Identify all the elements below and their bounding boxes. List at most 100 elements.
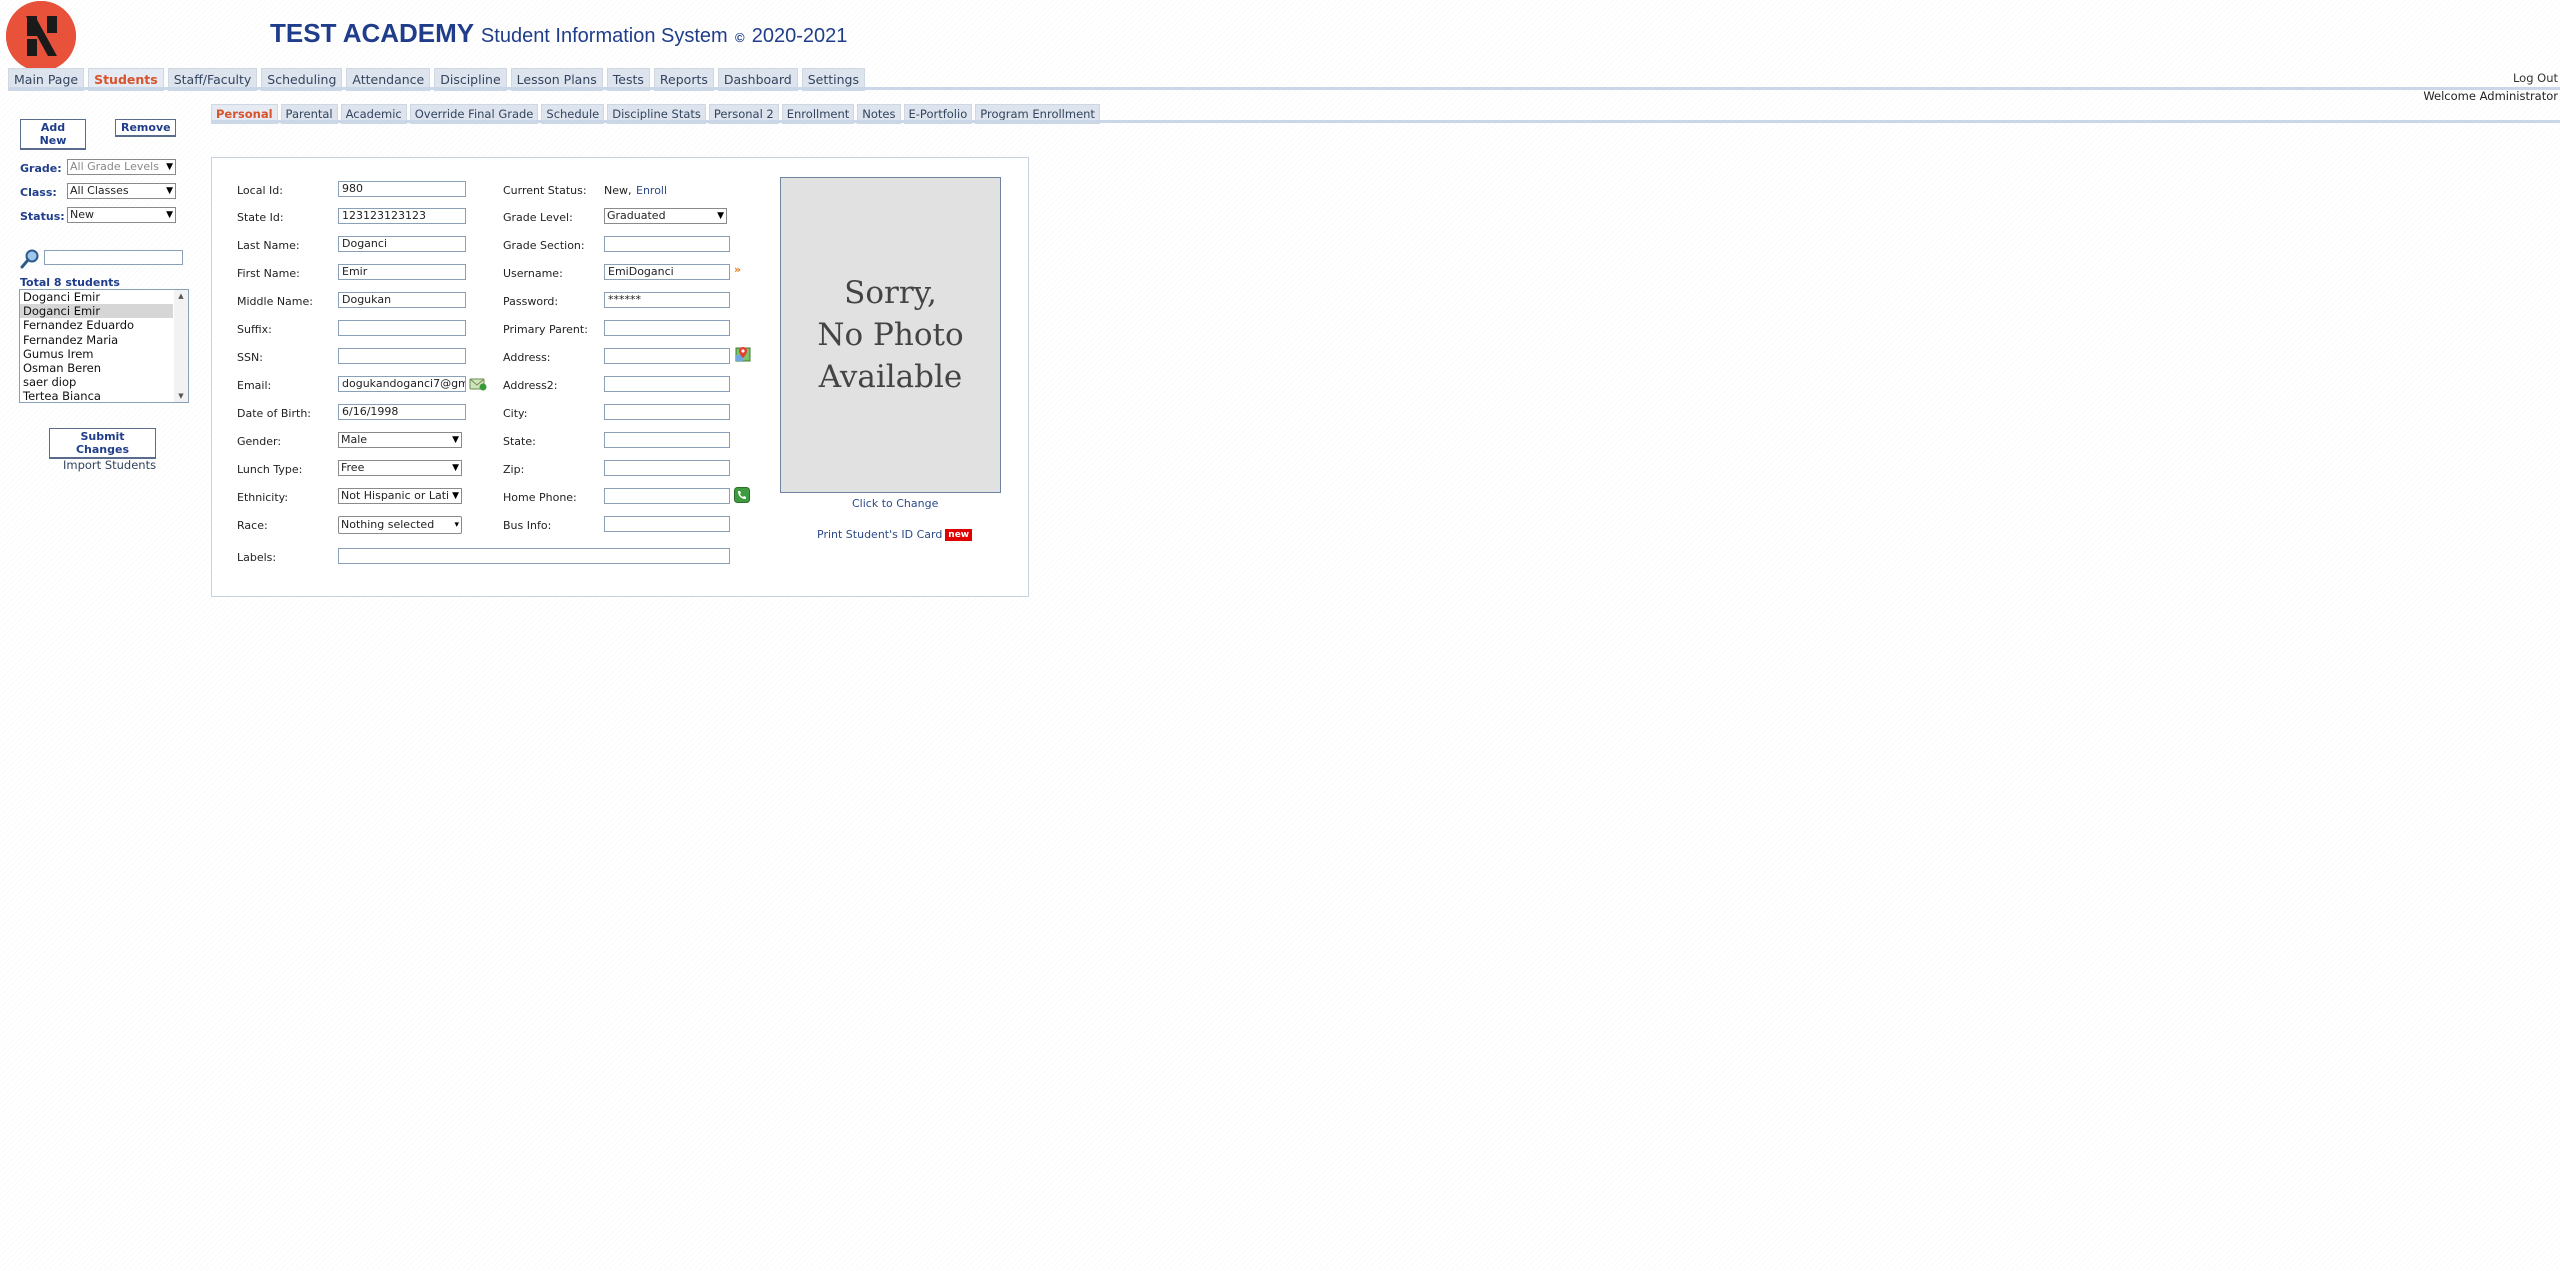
grade-level-label: Grade Level: xyxy=(503,211,573,224)
list-item[interactable]: Osman Beren xyxy=(20,361,173,375)
click-to-change-link[interactable]: Click to Change xyxy=(852,497,938,510)
first-name-label: First Name: xyxy=(237,267,300,280)
class-filter-select[interactable]: All Classes ▼ xyxy=(67,183,176,199)
grade-level-value: Graduated xyxy=(607,209,666,222)
logout-link[interactable]: Log Out xyxy=(2513,71,2558,85)
email-field[interactable]: dogukandoganci7@gm xyxy=(338,376,466,392)
class-filter-label: Class: xyxy=(20,186,57,199)
middle-name-field[interactable]: Dogukan xyxy=(338,292,466,308)
school-name: TEST ACADEMY xyxy=(270,18,474,48)
list-item[interactable]: Doganci Emir xyxy=(20,290,173,304)
import-students-link[interactable]: Import Students xyxy=(63,458,156,472)
list-item[interactable]: saer diop xyxy=(20,375,173,389)
no-photo-text: Sorry, No Photo Available xyxy=(817,272,963,398)
chevron-down-icon: ▼ xyxy=(452,491,459,501)
search-icon[interactable] xyxy=(19,249,41,269)
remove-button[interactable]: Remove xyxy=(115,119,176,137)
submit-changes-button[interactable]: Submit Changes xyxy=(49,428,156,459)
current-status-label: Current Status: xyxy=(503,184,587,197)
list-item[interactable]: Fernandez Eduardo xyxy=(20,318,173,332)
address-field[interactable] xyxy=(604,348,730,364)
list-scrollbar[interactable]: ▲ ▼ xyxy=(174,290,188,402)
state-field[interactable] xyxy=(604,432,730,448)
chevron-down-icon: ▼ xyxy=(166,162,173,172)
password-field[interactable]: ****** xyxy=(604,292,730,308)
welcome-text: Welcome Administrator xyxy=(2423,89,2558,103)
city-label: City: xyxy=(503,407,528,420)
status-filter-select[interactable]: New ▼ xyxy=(67,207,176,223)
phone-icon[interactable] xyxy=(734,487,750,503)
state-id-label: State Id: xyxy=(237,211,284,224)
chevron-down-icon: ▼ xyxy=(452,463,459,473)
bus-info-field[interactable] xyxy=(604,516,730,532)
zip-field[interactable] xyxy=(604,460,730,476)
dob-label: Date of Birth: xyxy=(237,407,312,420)
last-name-field[interactable]: Doganci xyxy=(338,236,466,252)
nav-divider xyxy=(8,87,2560,90)
lunch-type-label: Lunch Type: xyxy=(237,463,303,476)
list-item[interactable]: Fernandez Maria xyxy=(20,333,173,347)
username-arrow-icon[interactable]: » xyxy=(734,263,741,276)
send-email-icon[interactable] xyxy=(469,377,487,391)
last-name-label: Last Name: xyxy=(237,239,300,252)
race-value: Nothing selected xyxy=(341,518,435,531)
race-label: Race: xyxy=(237,519,268,532)
student-list[interactable]: Doganci Emir Doganci Emir Fernandez Edua… xyxy=(19,289,189,403)
status-filter-label: Status: xyxy=(20,210,65,223)
city-field[interactable] xyxy=(604,404,730,420)
status-filter-value: New xyxy=(70,208,94,221)
lunch-type-select[interactable]: Free ▼ xyxy=(338,460,462,476)
grade-filter-value: All Grade Levels xyxy=(70,160,159,173)
state-id-field[interactable]: 123123123123 xyxy=(338,208,466,224)
first-name-field[interactable]: Emir xyxy=(338,264,466,280)
home-phone-field[interactable] xyxy=(604,488,730,504)
primary-parent-label: Primary Parent: xyxy=(503,323,588,336)
grade-filter-select[interactable]: All Grade Levels ▼ xyxy=(67,159,176,175)
lunch-type-value: Free xyxy=(341,461,365,474)
scroll-down-icon[interactable]: ▼ xyxy=(174,392,188,400)
ssn-label: SSN: xyxy=(237,351,263,364)
suffix-field[interactable] xyxy=(338,320,466,336)
enroll-link[interactable]: Enroll xyxy=(636,184,667,197)
email-label: Email: xyxy=(237,379,272,392)
state-label: State: xyxy=(503,435,536,448)
student-search-input[interactable] xyxy=(44,250,183,265)
address-label: Address: xyxy=(503,351,551,364)
chevron-down-icon: ▼ xyxy=(166,210,173,220)
no-photo-line2: No Photo xyxy=(817,317,964,353)
chevron-down-icon: ▼ xyxy=(452,435,459,445)
print-id-card-link[interactable]: Print Student's ID Card xyxy=(817,528,942,541)
scroll-up-icon[interactable]: ▲ xyxy=(174,292,188,300)
race-multiselect[interactable]: Nothing selected ▾ xyxy=(338,516,462,534)
add-new-button[interactable]: Add New xyxy=(20,119,86,150)
zip-label: Zip: xyxy=(503,463,525,476)
gender-select[interactable]: Male ▼ xyxy=(338,432,462,448)
list-item[interactable]: Gumus Irem xyxy=(20,347,173,361)
gender-value: Male xyxy=(341,433,368,446)
school-logo xyxy=(6,1,76,71)
header-title: TEST ACADEMY Student Information System … xyxy=(270,18,847,49)
username-field[interactable]: EmiDoganci xyxy=(604,264,730,280)
ethnicity-select[interactable]: Not Hispanic or Latino▼ xyxy=(338,488,462,504)
suffix-label: Suffix: xyxy=(237,323,272,336)
local-id-field[interactable]: 980 xyxy=(338,181,466,197)
list-item[interactable]: Tertea Bianca xyxy=(20,389,173,402)
ssn-field[interactable] xyxy=(338,348,466,364)
address2-field[interactable] xyxy=(604,376,730,392)
dob-field[interactable]: 6/16/1998 xyxy=(338,404,466,420)
no-photo-line3: Available xyxy=(818,359,963,395)
no-photo-line1: Sorry, xyxy=(844,275,937,311)
labels-label: Labels: xyxy=(237,551,277,564)
grade-level-select[interactable]: Graduated ▼ xyxy=(604,208,727,224)
grade-filter-label: Grade: xyxy=(20,162,62,175)
print-id-card[interactable]: Print Student's ID Card new xyxy=(817,528,973,541)
list-item[interactable]: Doganci Emir xyxy=(20,304,173,319)
map-icon[interactable] xyxy=(735,346,751,362)
primary-parent-field[interactable] xyxy=(604,320,730,336)
current-status-value: New, xyxy=(604,184,632,197)
new-badge: new xyxy=(945,528,973,541)
labels-field[interactable] xyxy=(338,548,730,564)
grade-section-field[interactable] xyxy=(604,236,730,252)
ethnicity-value: Not Hispanic or Latino xyxy=(341,489,450,502)
student-photo[interactable]: Sorry, No Photo Available xyxy=(780,177,1001,493)
